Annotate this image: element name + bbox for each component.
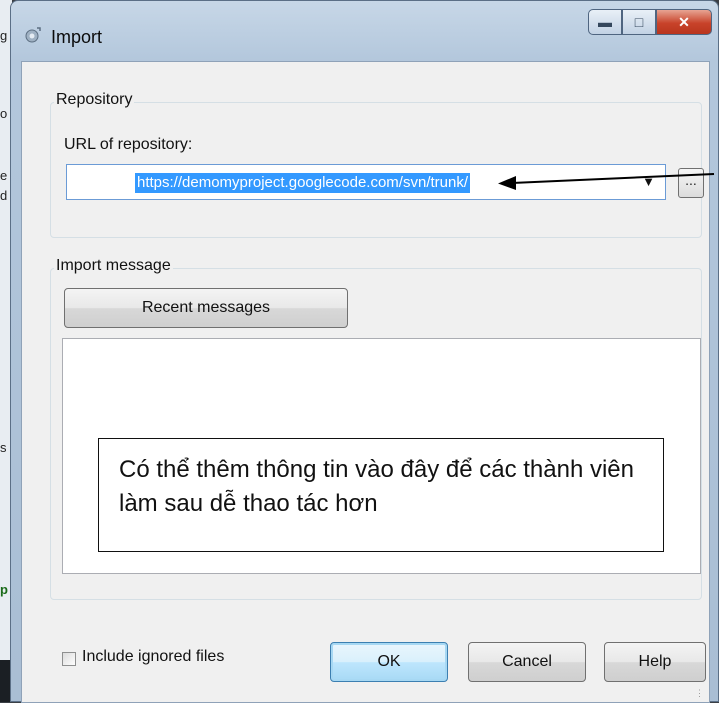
include-ignored-files-checkbox[interactable] (62, 652, 76, 666)
background-text-fragment: e (0, 168, 8, 183)
background-text-fragment: s (0, 440, 7, 455)
maximize-icon: □ (634, 14, 644, 30)
import-message-group-label: Import message (54, 257, 173, 275)
close-button[interactable]: ✕ (656, 9, 712, 35)
annotation-callout: Có thể thêm thông tin vào đây để các thà… (98, 438, 664, 552)
help-button[interactable]: Help (604, 642, 706, 682)
url-of-repository-label: URL of repository: (64, 136, 193, 153)
background-text-fragment: g (0, 28, 8, 43)
include-ignored-files-label[interactable]: Include ignored files (82, 648, 224, 666)
minimize-button[interactable]: ▬ (588, 9, 622, 35)
background-text-fragment: p (0, 582, 8, 597)
browse-repository-button[interactable]: ... (678, 168, 704, 198)
background-text-fragment: o (0, 106, 8, 121)
caption-buttons: ▬ □ ✕ (588, 9, 712, 35)
recent-messages-button[interactable]: Recent messages (64, 288, 348, 328)
repository-url-combobox[interactable]: https://demomyproject.googlecode.com/svn… (66, 164, 666, 200)
cancel-button[interactable]: Cancel (468, 642, 586, 682)
ok-button[interactable]: OK (330, 642, 448, 682)
close-icon: ✕ (678, 13, 690, 30)
import-dialog: Import ▬ □ ✕ Repository URL of repositor… (10, 0, 719, 703)
title-bar[interactable]: Import ▬ □ ✕ (11, 1, 718, 59)
tortoise-svn-icon (25, 27, 41, 43)
dropdown-arrow-icon[interactable]: ▼ (642, 174, 655, 189)
minimize-icon: ▬ (598, 14, 612, 30)
resize-grip-icon[interactable]: ⋮ (695, 688, 705, 698)
repository-group-label: Repository (54, 91, 135, 109)
repository-url-value[interactable]: https://demomyproject.googlecode.com/svn… (135, 173, 470, 193)
background-text-fragment: d (0, 188, 8, 203)
dialog-client-area: Repository URL of repository: https://de… (21, 61, 710, 703)
maximize-button[interactable]: □ (622, 9, 656, 35)
window-title: Import (51, 27, 103, 47)
